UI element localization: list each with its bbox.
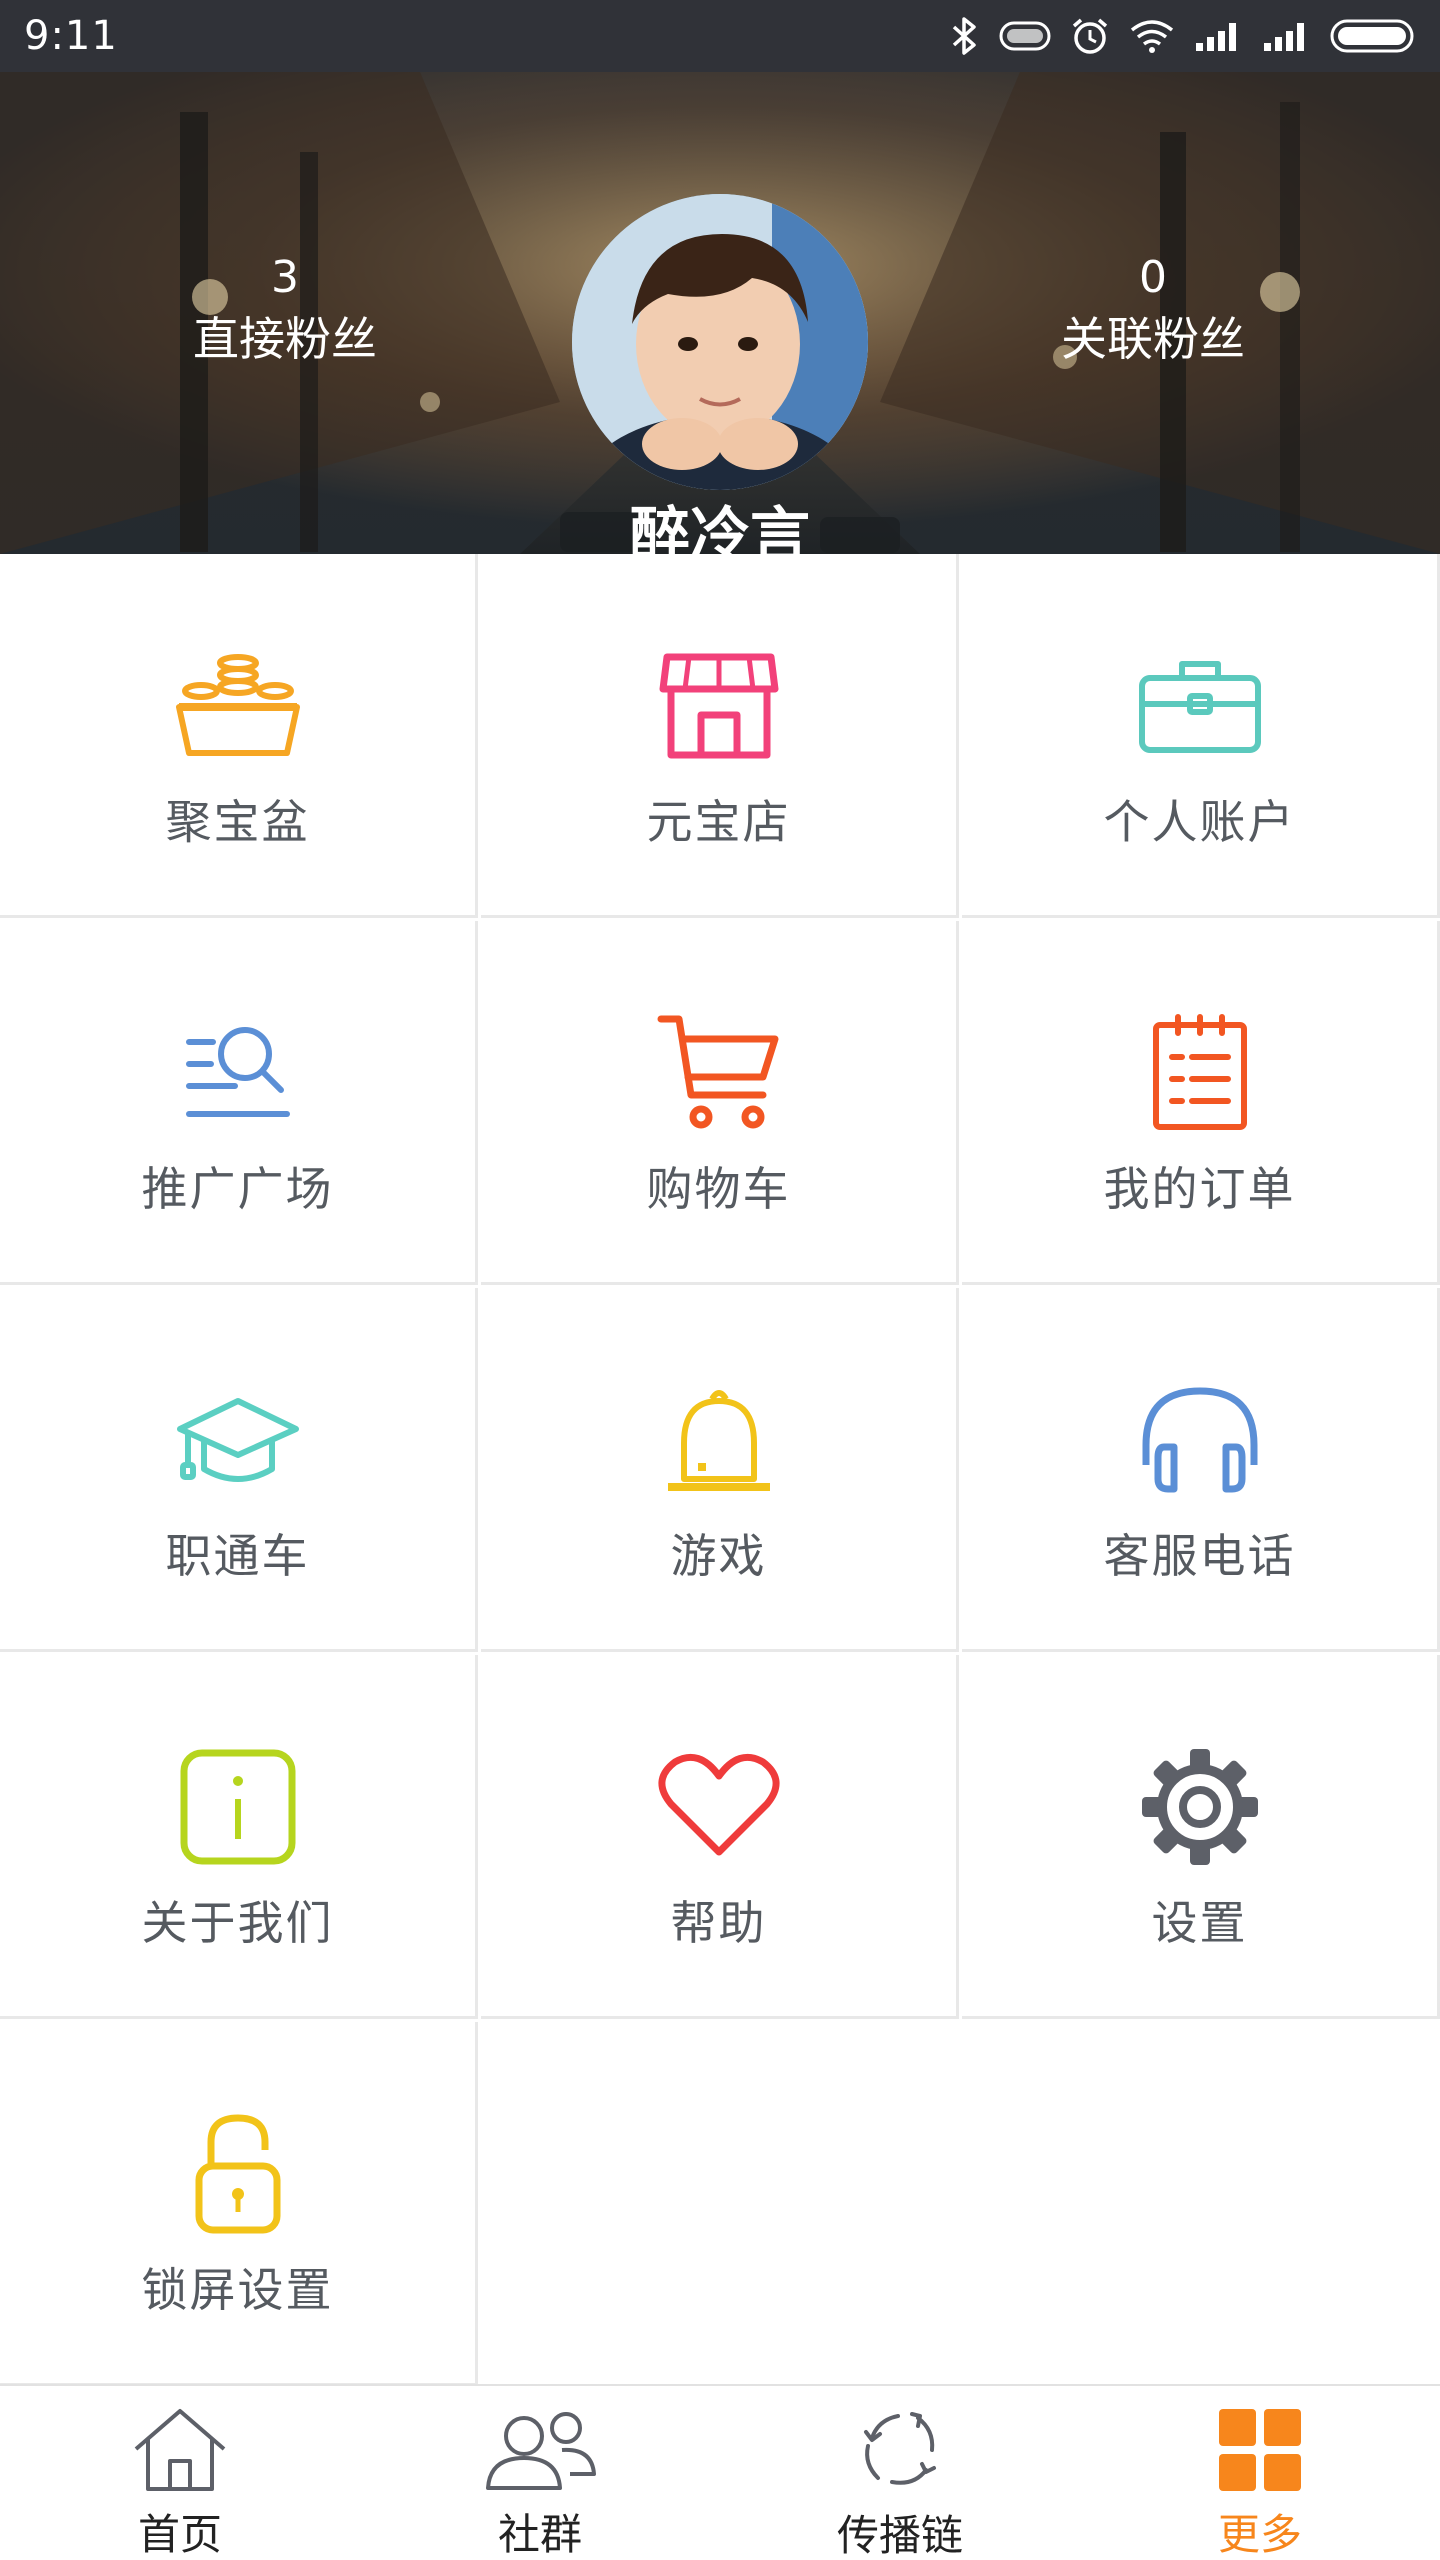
bottom-nav: 首页 社群 传播链 更多 (0, 2384, 1440, 2560)
bluetooth-icon (950, 15, 980, 57)
menu-item-lock-screen-settings[interactable]: 锁屏设置 (0, 2022, 478, 2386)
nav-label: 更多 (1217, 2510, 1302, 2559)
order-icon (1135, 1013, 1265, 1133)
menu-item-label: 帮助 (670, 1896, 767, 1950)
gear-icon (1135, 1747, 1265, 1867)
menu-item-label: 游戏 (670, 1529, 767, 1583)
menu-item-label: 关于我们 (141, 1896, 334, 1950)
menu-item-label: 我的订单 (1103, 1162, 1296, 1216)
heart-icon (654, 1747, 784, 1867)
nav-more[interactable]: 更多 (1140, 2386, 1380, 2560)
menu-grid: 聚宝盆 元宝店 个人账户 推广广场 购物车 我的订单 职通车 游戏 客服电话 关… (0, 554, 1440, 2386)
nav-share-chain[interactable]: 传播链 (780, 2386, 1020, 2560)
menu-item-customer-service[interactable]: 客服电话 (962, 1288, 1440, 1652)
shop-icon (654, 646, 784, 766)
treasure-bowl-icon (173, 646, 303, 766)
wifi-icon (1128, 18, 1176, 54)
menu-item-label: 元宝店 (646, 795, 791, 849)
signal-icon (1194, 19, 1244, 53)
briefcase-icon (1135, 646, 1265, 766)
menu-item-treasure-bowl[interactable]: 聚宝盆 (0, 554, 478, 918)
menu-item-help[interactable]: 帮助 (481, 1655, 959, 2019)
graduation-cap-icon (173, 1380, 303, 1500)
linked-fans-stat[interactable]: 0 关联粉丝 (993, 250, 1313, 370)
linked-fans-count: 0 (1139, 252, 1167, 303)
nav-home[interactable]: 首页 (60, 2386, 300, 2560)
menu-item-label: 个人账户 (1103, 795, 1296, 849)
menu-item-career[interactable]: 职通车 (0, 1288, 478, 1652)
linked-fans-label: 关联粉丝 (1061, 312, 1245, 366)
status-icons (950, 15, 1418, 57)
bell-icon (654, 1380, 784, 1500)
menu-item-games[interactable]: 游戏 (481, 1288, 959, 1652)
menu-item-about-us[interactable]: 关于我们 (0, 1655, 478, 2019)
nav-community[interactable]: 社群 (420, 2386, 660, 2560)
info-icon (173, 1747, 303, 1867)
menu-item-label: 推广广场 (141, 1162, 334, 1216)
direct-fans-count: 3 (271, 252, 299, 303)
battery-icon (1330, 17, 1418, 55)
vibrate-icon (998, 19, 1052, 53)
menu-item-label: 客服电话 (1103, 1529, 1296, 1583)
status-time: 9:11 (24, 13, 118, 59)
menu-item-promotion-square[interactable]: 推广广场 (0, 921, 478, 1285)
menu-item-shop[interactable]: 元宝店 (481, 554, 959, 918)
empty-cell (481, 2022, 1440, 2386)
search-list-icon (173, 1013, 303, 1133)
profile-header: 3 直接粉丝 醉冷言 0 关联粉丝 (0, 72, 1440, 554)
menu-item-my-orders[interactable]: 我的订单 (962, 921, 1440, 1285)
direct-fans-label: 直接粉丝 (193, 312, 377, 366)
share-cycle-icon (852, 2402, 948, 2498)
menu-item-label: 职通车 (165, 1529, 310, 1583)
nav-label: 传播链 (836, 2511, 963, 2560)
menu-item-label: 设置 (1151, 1896, 1248, 1950)
lock-icon (173, 2114, 303, 2234)
nav-label: 社群 (497, 2510, 582, 2559)
cart-icon (654, 1013, 784, 1133)
user-name: 醉冷言 (630, 501, 810, 554)
menu-item-label: 购物车 (646, 1162, 791, 1216)
menu-item-cart[interactable]: 购物车 (481, 921, 959, 1285)
group-icon (482, 2402, 598, 2497)
grid-icon (1217, 2402, 1303, 2497)
signal-icon (1262, 19, 1312, 53)
avatar[interactable] (572, 194, 868, 490)
direct-fans-stat[interactable]: 3 直接粉丝 (125, 250, 445, 370)
menu-item-label: 锁屏设置 (141, 2263, 334, 2317)
home-icon (132, 2402, 228, 2497)
alarm-icon (1070, 16, 1110, 56)
menu-item-settings[interactable]: 设置 (962, 1655, 1440, 2019)
headphones-icon (1135, 1380, 1265, 1500)
menu-item-account[interactable]: 个人账户 (962, 554, 1440, 918)
status-bar: 9:11 (0, 0, 1440, 72)
menu-item-label: 聚宝盆 (165, 795, 310, 849)
nav-label: 首页 (137, 2510, 222, 2559)
